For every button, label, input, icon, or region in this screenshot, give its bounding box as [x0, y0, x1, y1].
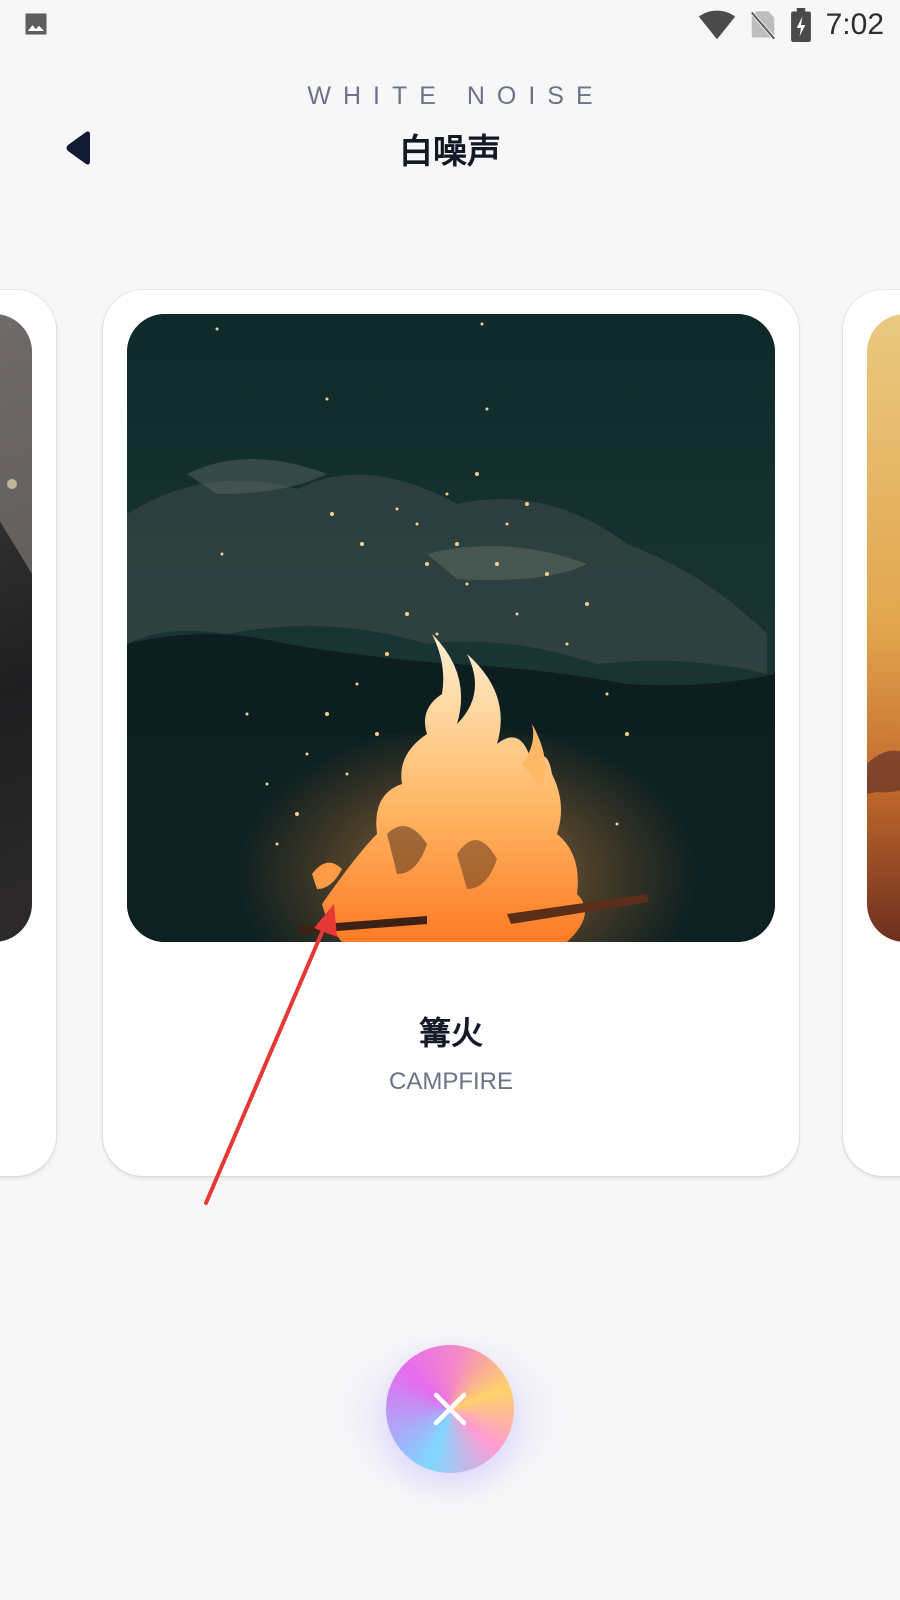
- status-bar: 7:02: [0, 0, 900, 50]
- sound-card-subtitle: CAMPFIRE: [388, 1068, 513, 1095]
- sound-card-title: 篝火: [418, 1014, 483, 1052]
- back-triangle-icon: [66, 131, 90, 165]
- close-button[interactable]: [386, 1345, 514, 1473]
- sound-card-image: [0, 314, 32, 942]
- sound-card-next[interactable]: [843, 290, 900, 1176]
- sound-card-campfire[interactable]: 篝火 CAMPFIRE: [103, 290, 799, 1176]
- sound-card-image: [127, 314, 775, 942]
- back-button[interactable]: [56, 124, 104, 172]
- status-time: 7:02: [825, 8, 884, 41]
- no-sim-icon: [749, 11, 776, 40]
- page-title: 白噪声: [399, 132, 501, 172]
- close-icon: [433, 1392, 467, 1426]
- white-noise-screen: 7:02 WHITE NOISE 白噪声 篝火 CAMPFIRE: [0, 0, 900, 1600]
- wifi-icon: [698, 10, 735, 40]
- sound-card-image: [867, 314, 900, 942]
- page-subtitle: WHITE NOISE: [307, 82, 605, 110]
- battery-charging-icon: [790, 8, 811, 42]
- image-icon: [25, 13, 47, 35]
- sound-card-previous[interactable]: [0, 290, 56, 1176]
